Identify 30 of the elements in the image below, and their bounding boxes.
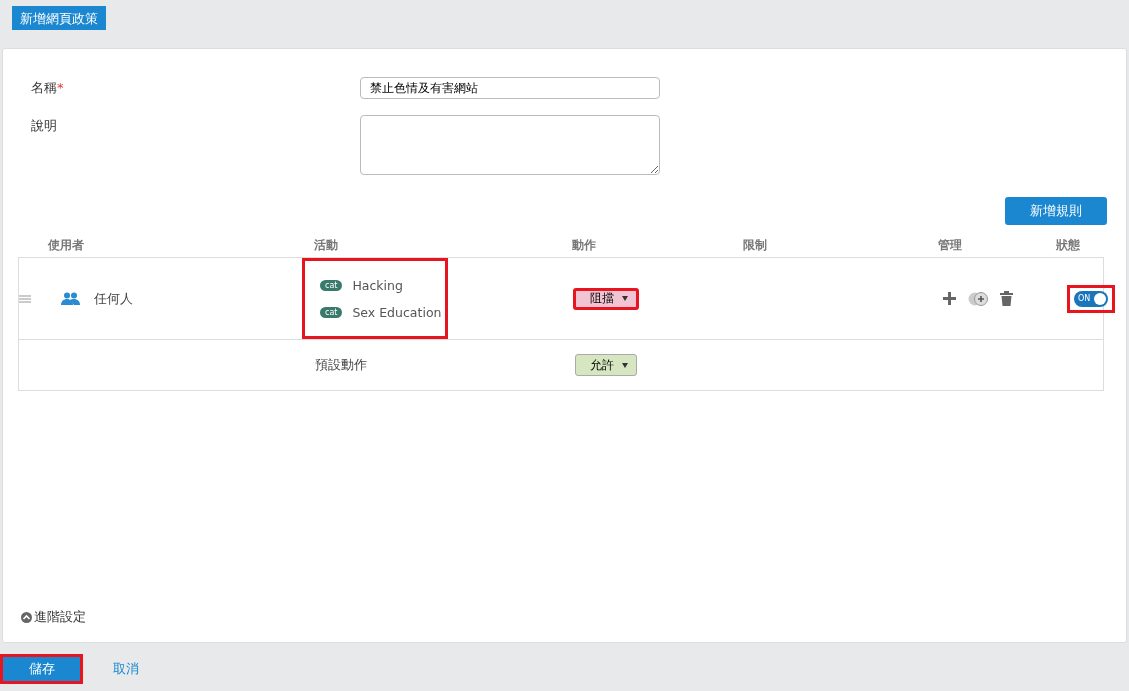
description-label: 說明 bbox=[31, 117, 58, 135]
add-circle-icon[interactable] bbox=[968, 291, 988, 306]
column-header: 狀態 bbox=[1056, 237, 1081, 254]
caret-icon bbox=[622, 362, 628, 368]
users-icon bbox=[61, 292, 80, 305]
status-toggle[interactable]: ON bbox=[1074, 290, 1108, 307]
chevron-up-circle-icon bbox=[21, 611, 32, 623]
column-header: 限制 bbox=[743, 237, 768, 254]
trash-icon[interactable] bbox=[1000, 291, 1013, 306]
column-header: 管理 bbox=[938, 237, 963, 254]
default-action-label: 預設動作 bbox=[315, 356, 368, 374]
action-dropdown[interactable]: 阻擋 bbox=[573, 287, 639, 310]
caret-icon bbox=[622, 296, 628, 302]
action-dropdown[interactable]: 允許 bbox=[575, 354, 637, 377]
description-field[interactable] bbox=[360, 115, 660, 175]
save-button[interactable]: 儲存 bbox=[0, 654, 83, 684]
column-header: 使用者 bbox=[47, 237, 85, 254]
advanced-settings-toggle[interactable]: 進階設定 bbox=[21, 608, 1111, 626]
activity-label: Sex Education bbox=[352, 304, 442, 320]
name-label: 名稱* bbox=[31, 79, 65, 97]
plus-icon[interactable] bbox=[943, 292, 956, 305]
category-tag: cat bbox=[320, 279, 343, 291]
column-header: 動作 bbox=[572, 237, 597, 254]
add-rule-button[interactable]: 新增規則 bbox=[1005, 197, 1107, 225]
name-field[interactable]: 禁止色情及有害網站 bbox=[360, 77, 660, 99]
user-name: 任何人 bbox=[94, 289, 133, 308]
drag-handle-icon[interactable] bbox=[19, 294, 31, 303]
activity-label: Hacking bbox=[352, 277, 403, 293]
column-header: 活動 bbox=[314, 237, 339, 254]
category-tag: cat bbox=[320, 306, 343, 318]
